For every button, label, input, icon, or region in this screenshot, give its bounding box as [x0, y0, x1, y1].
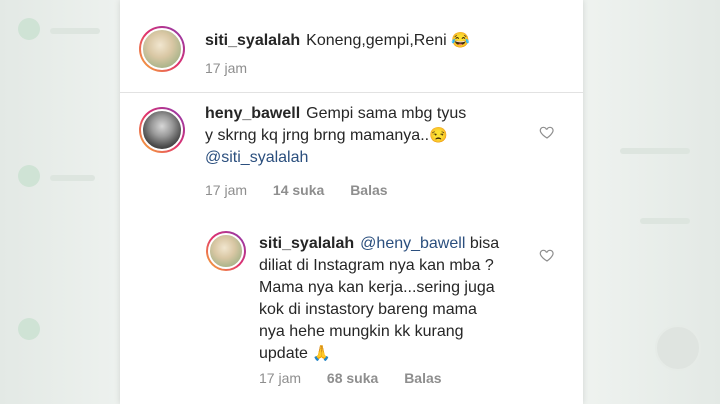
- comment-line: update: [259, 345, 308, 362]
- background-line: [640, 218, 690, 224]
- comment-item: heny_bawell Gempi sama mbg tyus y skrng k…: [120, 92, 583, 212]
- avatar[interactable]: [139, 26, 185, 72]
- comment-item: siti_syalalah Koneng,gempi,Reni 😂 17 jam: [120, 0, 583, 92]
- laughing-emoji-icon: 😂: [451, 32, 470, 49]
- heart-outline-icon[interactable]: [539, 247, 555, 263]
- comment-line: bisa: [469, 235, 500, 252]
- background-line: [50, 175, 95, 181]
- comment-body: Koneng,gempi,Reni: [306, 32, 447, 49]
- likes-count[interactable]: 68 suka: [327, 370, 378, 386]
- unamused-emoji-icon: 😒: [429, 127, 448, 144]
- background-dot: [18, 165, 40, 187]
- comment-text: siti_syalalah Koneng,gempi,Reni 😂: [205, 30, 470, 52]
- heart-outline-icon[interactable]: [539, 124, 555, 140]
- background-dot: [18, 318, 40, 340]
- avatar[interactable]: [139, 107, 185, 153]
- comment-text: heny_bawell Gempi sama mbg tyus y skrng k…: [205, 103, 525, 169]
- comment-time: 17 jam: [205, 60, 248, 76]
- background-dot: [18, 18, 40, 40]
- comment-username[interactable]: siti_syalalah: [205, 32, 300, 49]
- comment-line: kok di instastory bareng mama: [259, 301, 477, 318]
- reply-item: siti_syalalah @heny_bawell bisa diliat di…: [120, 212, 583, 404]
- background-line: [620, 148, 690, 154]
- comments-panel: siti_syalalah Koneng,gempi,Reni 😂 17 jam …: [120, 0, 583, 404]
- comment-username[interactable]: heny_bawell: [205, 105, 300, 122]
- comment-username[interactable]: siti_syalalah: [259, 235, 354, 252]
- comment-line: Gempi sama mbg tyus: [306, 105, 467, 122]
- likes-count[interactable]: 14 suka: [273, 182, 324, 198]
- folded-hands-emoji-icon: 🙏: [312, 345, 332, 362]
- comment-line: diliat di Instagram nya kan mba ?: [259, 257, 494, 274]
- comment-meta: 17 jam 14 suka Balas: [205, 182, 410, 198]
- comment-line: nya hehe mungkin kk kurang: [259, 323, 464, 340]
- background-line: [50, 28, 100, 34]
- reply-button[interactable]: Balas: [404, 370, 441, 386]
- comment-meta: 17 jam 68 suka Balas: [259, 370, 464, 386]
- comment-line: y skrng kq jrng brng mamanya..: [205, 127, 430, 144]
- avatar[interactable]: [206, 231, 246, 271]
- mention-link[interactable]: @siti_syalalah: [205, 149, 308, 166]
- comment-line: Mama nya kan kerja...sering juga: [259, 279, 495, 296]
- comment-meta: 17 jam: [205, 60, 269, 76]
- mention-link[interactable]: @heny_bawell: [360, 235, 465, 252]
- comment-time: 17 jam: [205, 182, 248, 198]
- background-avatar: [655, 325, 701, 371]
- reply-button[interactable]: Balas: [350, 182, 387, 198]
- comment-time: 17 jam: [259, 370, 302, 386]
- comment-text: siti_syalalah @heny_bawell bisa diliat di…: [259, 233, 569, 365]
